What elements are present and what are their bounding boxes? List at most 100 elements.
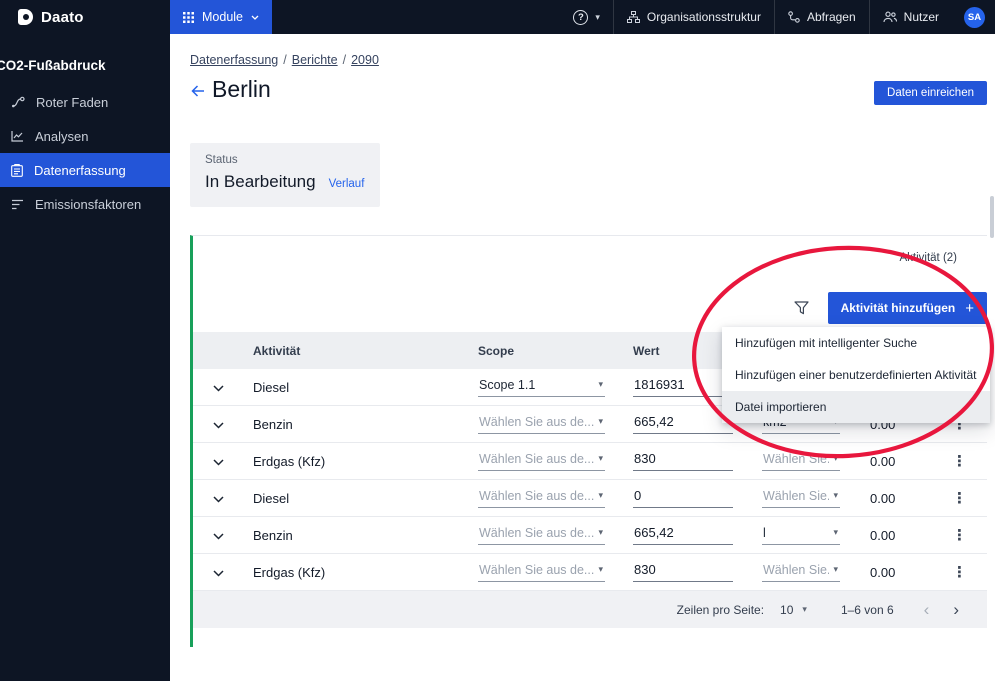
menu-item-custom-activity[interactable]: Hinzufügen einer benutzerdefinierten Akt… [722,359,990,391]
rows-per-page-select[interactable]: 10 ▾ [780,603,807,617]
submit-data-button[interactable]: Daten einreichen [874,81,987,105]
unit-select[interactable]: Wählen Sie...▾ [762,489,840,508]
wert-input[interactable]: 665,42 [633,414,733,434]
breadcrumb-link-2090[interactable]: 2090 [351,53,379,67]
plus-icon: + [965,299,974,317]
wert-input[interactable]: 830 [633,451,733,471]
chevron-down-icon: ▾ [598,527,603,537]
scope-select[interactable]: Wählen Sie aus de... ▾ [478,415,605,434]
scope-select[interactable]: Scope 1.1 ▾ [478,378,605,397]
expand-row-chevron-icon[interactable] [213,458,224,466]
table-row: Erdgas (Kfz) Wählen Sie aus de... ▾ 830 W… [193,554,987,591]
menu-item-import-file[interactable]: Datei importieren [722,391,990,423]
nav-organisationsstruktur[interactable]: Organisationsstruktur [612,0,774,34]
topbar: Daato Module ? ▾ Organisationsstruktur A… [0,0,995,34]
menu-item-intelligent-search[interactable]: Hinzufügen mit intelligenter Suche [722,327,990,359]
chevron-down-icon: ▾ [833,564,838,574]
table-pagination: Zeilen pro Seite: 10 ▾ 1–6 von 6 ‹ › [193,591,987,628]
wert-input[interactable]: 665,42 [633,525,733,545]
users-icon [883,11,897,23]
chevron-down-icon: ▾ [595,11,600,22]
unit-select[interactable]: Wählen Sie...▾ [762,563,840,582]
main-content: Datenerfassung / Berichte / 2090 Berlin Date… [170,34,995,681]
page-title: Berlin [212,76,271,102]
row-menu-icon[interactable]: ⋮ [952,490,967,507]
activity-name: Benzin [253,527,293,543]
wert-input[interactable]: 830 [633,562,733,582]
previous-page-button[interactable]: ‹ [924,601,930,618]
pagination-range: 1–6 von 6 [840,602,894,617]
row-menu-icon[interactable]: ⋮ [952,527,967,544]
scope-select[interactable]: Wählen Sie aus de... ▾ [478,563,605,582]
breadcrumb-link-berichte[interactable]: Berichte [292,53,338,67]
help-menu[interactable]: ? ▾ [560,0,613,34]
wert-input[interactable]: 1816931 [633,377,733,397]
grid-icon [183,11,194,23]
chart-icon [11,131,23,142]
activity-name: Diesel [253,490,290,506]
sidebar-item-emissionsfaktoren[interactable]: Emissionsfaktoren [0,187,170,221]
co2-value: 0.00 [870,490,896,506]
title-row: Berlin [190,76,271,103]
column-header-aktivitaet: Aktivität [253,343,301,358]
sidebar-nav: Roter Faden Analysen Datenerfassung Emis… [0,85,170,221]
sidebar: CO2-Fußabdruck Roter Faden Analysen Date… [0,34,170,681]
activity-name: Benzin [253,416,293,432]
add-activity-dropdown-menu: Hinzufügen mit intelligenter Suche Hinzu… [722,327,990,423]
history-link[interactable]: Verlauf [329,178,365,190]
brand-logo[interactable]: Daato [0,9,152,26]
user-avatar[interactable]: SA [964,6,985,28]
filter-button[interactable] [792,299,811,317]
status-card: Status In Bearbeitung Verlauf [190,143,380,207]
sidebar-item-label: Analysen [35,128,89,144]
chevron-down-icon: ▾ [598,564,603,574]
expand-row-chevron-icon[interactable] [213,495,224,503]
scope-select[interactable]: Wählen Sie aus de... ▾ [478,526,605,545]
scrollbar-thumb[interactable] [990,196,994,238]
back-arrow-icon[interactable] [190,84,206,98]
scope-select[interactable]: Wählen Sie aus de... ▾ [478,489,605,508]
sidebar-item-analysen[interactable]: Analysen [0,119,170,153]
sidebar-item-datenerfassung[interactable]: Datenerfassung [0,153,170,187]
table-row: Erdgas (Kfz) Wählen Sie aus de... ▾ 830 W… [193,443,987,480]
sidebar-item-label: Datenerfassung [34,162,126,178]
expand-row-chevron-icon[interactable] [213,532,224,540]
breadcrumb-separator: / [283,53,287,67]
module-button-label: Module [202,10,243,24]
help-icon: ? [573,9,589,25]
expand-row-chevron-icon[interactable] [213,384,224,392]
nav-nutzer[interactable]: Nutzer [868,0,952,34]
chevron-down-icon: ▾ [598,490,603,500]
nav-abfragen[interactable]: Abfragen [773,0,869,34]
row-menu-icon[interactable]: ⋮ [952,453,967,470]
topbar-right: ? ▾ Organisationsstruktur Abfragen Nutze… [560,0,995,34]
activity-count-label: Aktivität (2) [899,252,957,264]
next-page-button[interactable]: › [953,601,959,618]
breadcrumb: Datenerfassung / Berichte / 2090 [190,53,379,67]
table-row: Benzin Wählen Sie aus de... ▾ 665,42 l ▾ 0… [193,517,987,554]
brand-name: Daato [41,8,84,26]
table-toolbar: Aktivität hinzufügen + [792,292,987,324]
activity-name: Erdgas (Kfz) [253,453,326,469]
unit-select[interactable]: l ▾ [762,526,840,545]
module-button[interactable]: Module [170,0,272,34]
chevron-down-icon: ▾ [833,527,838,537]
scope-select[interactable]: Wählen Sie aus de... ▾ [478,452,605,471]
org-chart-icon [626,11,640,23]
nav-label: Nutzer [903,10,939,24]
breadcrumb-link-datenerfassung[interactable]: Datenerfassung [190,53,278,67]
wert-input[interactable]: 0 [633,488,733,508]
sidebar-item-roter-faden[interactable]: Roter Faden [0,85,170,119]
unit-select[interactable]: Wählen Sie...▾ [762,452,840,471]
filter-icon [793,301,809,315]
column-header-scope: Scope [478,343,515,358]
add-activity-button[interactable]: Aktivität hinzufügen + [827,292,987,324]
row-menu-icon[interactable]: ⋮ [952,564,967,581]
factors-icon [12,199,23,209]
chevron-down-icon: ▾ [598,453,603,463]
expand-row-chevron-icon[interactable] [213,569,224,577]
chevron-down-icon: ▾ [833,453,838,463]
chevron-down-icon: ▾ [802,604,807,614]
expand-row-chevron-icon[interactable] [213,421,224,429]
table-row: Diesel Wählen Sie aus de... ▾ 0 Wählen Si… [193,480,987,517]
